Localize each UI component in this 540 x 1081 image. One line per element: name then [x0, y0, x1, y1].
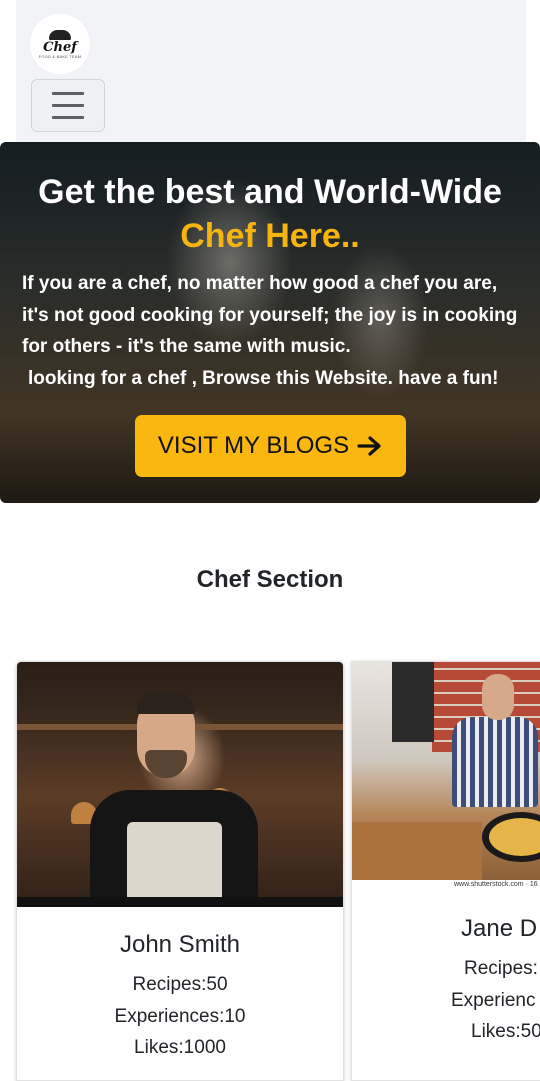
- hero-description: If you are a chef, no matter how good a …: [22, 268, 522, 394]
- chef-card[interactable]: www.shutterstock.com · 16 Jane D Recipes…: [351, 661, 540, 1081]
- chef-experiences: Experienc: [451, 990, 536, 1011]
- hero-banner: Get the best and World-Wide Chef Here.. …: [0, 142, 540, 503]
- hamburger-icon-line: [52, 116, 84, 119]
- cutting-board: [352, 822, 482, 880]
- hamburger-icon-line: [52, 92, 84, 95]
- hamburger-icon-line: [52, 104, 84, 107]
- hero-title: Get the best and World-Wide: [38, 173, 502, 211]
- visit-blogs-label: VISIT MY BLOGS: [157, 432, 350, 459]
- chef-recipes: Recipes:50: [132, 974, 228, 995]
- logo-tagline: FOOD & BAKE TEAM: [38, 53, 82, 59]
- chalkboard: [392, 662, 434, 742]
- chef-name: John Smith: [119, 931, 241, 958]
- chef-section-title: Chef Section: [196, 566, 344, 593]
- hero-description-cta: looking for a chef , Browse this Website…: [28, 367, 499, 389]
- visit-blogs-button[interactable]: VISIT MY BLOGS: [135, 415, 406, 477]
- navbar: Chef FOOD & BAKE TEAM: [16, 0, 526, 142]
- brand-logo[interactable]: Chef FOOD & BAKE TEAM: [30, 14, 90, 74]
- arrow-right-icon: [357, 436, 381, 456]
- chef-hat-icon: [49, 29, 71, 40]
- chef-likes: Likes:1000: [134, 1037, 226, 1058]
- chef-photo: [17, 662, 343, 907]
- frying-pan: [482, 812, 540, 862]
- hero-description-main: If you are a chef, no matter how good a …: [22, 273, 518, 357]
- logo-wordmark: Chef: [43, 39, 77, 55]
- photo-watermark: www.shutterstock.com · 16: [454, 881, 538, 888]
- chef-photo: [352, 662, 540, 880]
- chef-likes: Likes:50: [471, 1021, 540, 1042]
- chef-name: Jane D: [461, 915, 538, 942]
- chef-recipes: Recipes:: [464, 958, 538, 979]
- chef-card[interactable]: John Smith Recipes:50 Experiences:10 Lik…: [16, 661, 344, 1081]
- hero-title-accent: Chef Here..: [180, 217, 360, 255]
- menu-toggle-button[interactable]: [31, 79, 105, 132]
- chef-experiences: Experiences:10: [114, 1006, 246, 1027]
